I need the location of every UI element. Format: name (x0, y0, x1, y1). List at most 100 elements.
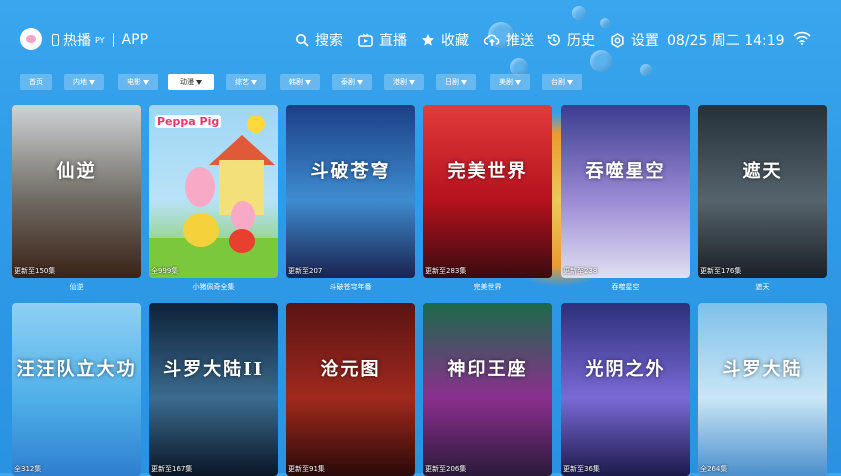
poster-caption: 斗破苍穹年番 (329, 283, 372, 291)
pig-character (185, 167, 215, 207)
filter-chip[interactable]: 综艺 (226, 74, 266, 90)
app-label: APP (121, 32, 149, 48)
top-bar: 热播 PY APP 搜索 直播 收藏 推送 历史 设置 08/25 周二 14:1… (0, 0, 841, 78)
poster-title-art: 光阴之外 (585, 358, 666, 380)
divider (112, 33, 114, 47)
filter-chip[interactable]: 韩剧 (280, 74, 320, 90)
nav-push[interactable]: 推送 (484, 30, 534, 50)
poster-card[interactable]: 汪汪队立大功 全312集 (12, 303, 141, 476)
filter-chip-label: 美剧 (499, 78, 513, 86)
star-icon (422, 34, 434, 46)
nav-favorites[interactable]: 收藏 (421, 30, 469, 50)
brand-superscript: PY (95, 35, 105, 45)
poster-title-art: 斗罗大陆II (163, 358, 264, 380)
filter-chip-label: 电影 (127, 78, 141, 86)
nav-favorites-label: 收藏 (441, 33, 469, 49)
filter-chip[interactable]: 电影 (118, 74, 158, 90)
filter-icon (357, 79, 363, 85)
poster-caption: 遮天 (755, 283, 770, 291)
poster-title-art: 吞噬星空 (585, 160, 666, 182)
poster-title-art: 斗罗大陆 (722, 358, 803, 380)
nav-push-label: 推送 (506, 33, 534, 49)
nav-settings[interactable]: 设置 (610, 30, 659, 50)
filter-chip-label: 动漫 (180, 78, 194, 86)
poster-caption: 小猪佩奇全集 (192, 283, 235, 291)
nav-search[interactable]: 搜索 (295, 30, 343, 50)
filter-icon (305, 79, 311, 85)
filter-chip-label: 韩剧 (289, 78, 303, 86)
poster-title-art: 斗破苍穹 (310, 160, 391, 182)
poster-title-art: 完美世界 (447, 160, 528, 182)
app-logo-icon (20, 28, 42, 50)
search-icon (296, 34, 309, 47)
poster-caption: 完美世界 (473, 283, 502, 291)
filter-chip[interactable]: 动漫 (168, 74, 214, 90)
poster-card[interactable]: Peppa Pig 全999集 (149, 105, 278, 278)
filter-icon (515, 79, 521, 85)
cloud-upload-icon (484, 34, 500, 46)
filter-chip[interactable]: 内地 (64, 74, 104, 90)
pig-character (231, 201, 255, 231)
poster-title-art: 沧元图 (320, 358, 381, 380)
poster-caption: 仙逆 (69, 283, 84, 291)
sun-illustration (247, 115, 265, 133)
filter-icon (196, 79, 202, 85)
filter-chip-label: 综艺 (235, 78, 249, 86)
poster-card[interactable]: 光阴之外 更新至36集 (561, 303, 690, 476)
episode-badge: 更新至207 (288, 267, 323, 275)
filter-chip[interactable]: 港剧 (384, 74, 424, 90)
poster-card[interactable]: 遮天更新至176集 (698, 105, 827, 278)
clock: 08/25 周二 14:19 (667, 33, 785, 49)
peppa-logo: Peppa Pig (155, 115, 222, 128)
poster-card[interactable]: 斗罗大陆II 更新至167集 (149, 303, 278, 476)
filter-chip-label: 泰剧 (341, 78, 355, 86)
episode-badge: 更新至238 (563, 267, 598, 275)
nav-history-label: 历史 (567, 33, 595, 49)
bouncy-ball (229, 229, 255, 253)
poster-card[interactable]: 斗罗大陆 全264集 (698, 303, 827, 476)
nav-live[interactable]: 直播 (358, 30, 407, 50)
nav-search-label: 搜索 (315, 33, 343, 49)
gear-icon (611, 32, 624, 48)
episode-badge: 更新至283集 (425, 267, 467, 275)
poster-title-art: 汪汪队立大功 (16, 358, 137, 380)
poster-caption: 吞噬星空 (611, 283, 640, 291)
filter-chip[interactable]: 美剧 (490, 74, 530, 90)
filter-chip-label: 港剧 (393, 78, 407, 86)
poster-card[interactable]: 仙逆更新至150集 (12, 105, 141, 278)
filter-chip[interactable]: 首页 (20, 74, 52, 90)
filter-icon (461, 79, 467, 85)
episode-badge: 更新至176集 (700, 267, 742, 275)
poster-card[interactable]: 斗破苍穹更新至207 (286, 105, 415, 278)
filter-icon (143, 79, 149, 85)
tv-icon (358, 33, 373, 47)
filter-icon (251, 79, 257, 85)
history-icon (547, 34, 560, 46)
filter-icon (89, 79, 95, 85)
episode-badge: 更新至150集 (14, 267, 56, 275)
filter-chip-label: 日剧 (445, 78, 459, 86)
filter-chip[interactable]: 日剧 (436, 74, 476, 90)
poster-card[interactable]: 完美世界更新至283集 (423, 105, 552, 278)
episode-badge: 全999集 (151, 267, 179, 275)
brand-name: 热播 (63, 33, 91, 49)
poster-card[interactable]: 神印王座 更新至206集 (423, 303, 552, 476)
poster-title-art: 遮天 (742, 160, 783, 182)
filter-chip-label: 首页 (29, 78, 43, 86)
filter-icon (567, 79, 573, 85)
bouncy-ball (183, 213, 219, 247)
wifi-icon (793, 31, 811, 45)
poster-title-art: 仙逆 (56, 160, 97, 182)
nav-live-label: 直播 (379, 33, 407, 49)
nav-settings-label: 设置 (631, 33, 659, 49)
poster-card[interactable]: 吞噬星空更新至238 (561, 105, 690, 278)
filter-chip-label: 台剧 (551, 78, 565, 86)
phone-icon (52, 34, 59, 46)
filter-chip[interactable]: 泰剧 (332, 74, 372, 90)
filter-icon (409, 79, 415, 85)
brand: 热播 PY APP (52, 30, 148, 50)
poster-card[interactable]: 沧元图 更新至91集 (286, 303, 415, 476)
filter-chip[interactable]: 台剧 (542, 74, 582, 90)
poster-title-art: 神印王座 (447, 358, 528, 380)
nav-history[interactable]: 历史 (547, 30, 595, 50)
